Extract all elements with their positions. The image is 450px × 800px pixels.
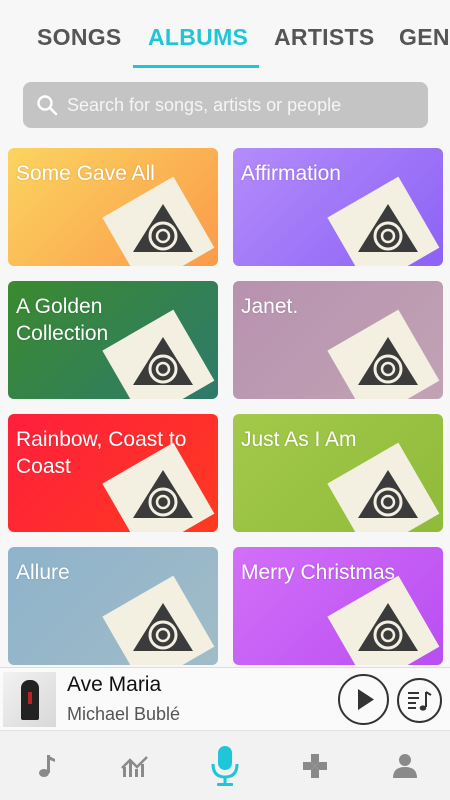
album-art-icon — [323, 573, 443, 665]
album-card[interactable]: Janet. — [233, 281, 443, 399]
album-cover-thumbnail — [3, 672, 56, 727]
nav-sing[interactable] — [180, 731, 270, 800]
album-title: Just As I Am — [241, 428, 357, 451]
tab-albums[interactable]: ALBUMS — [148, 24, 248, 51]
album-title: Affirmation — [241, 162, 341, 185]
tab-songs[interactable]: SONGS — [37, 24, 122, 51]
nav-profile[interactable] — [360, 731, 450, 800]
trending-icon — [121, 756, 148, 777]
album-title: Allure — [16, 561, 70, 584]
album-title: A Golden Collection — [16, 295, 109, 345]
album-title: Merry Christmas — [241, 561, 396, 584]
music-note-icon — [39, 755, 55, 777]
category-tabs: SONGS ALBUMS ARTISTS GENRES — [0, 0, 450, 68]
tab-genres[interactable]: GENRES — [399, 24, 450, 51]
queue-button[interactable] — [397, 678, 442, 723]
album-card[interactable]: A Golden Collection — [8, 281, 218, 399]
microphone-icon — [211, 746, 239, 786]
album-art-icon — [323, 440, 443, 532]
tab-artists[interactable]: ARTISTS — [274, 24, 375, 51]
now-playing-bar[interactable]: Ave Maria Michael Bublé — [0, 667, 450, 730]
album-card[interactable]: Rainbow, Coast to Coast — [8, 414, 218, 532]
play-icon — [358, 689, 374, 710]
album-title: Janet. — [241, 295, 299, 318]
album-card[interactable]: Affirmation — [233, 148, 443, 266]
bottom-navigation — [0, 730, 450, 800]
search-input[interactable] — [67, 94, 407, 116]
search-icon — [37, 95, 58, 116]
search-bar-container — [0, 68, 450, 144]
nav-trending[interactable] — [90, 731, 180, 800]
album-art-icon — [98, 573, 218, 665]
album-art-icon — [98, 174, 218, 266]
album-card[interactable]: Allure — [8, 547, 218, 665]
profile-icon — [393, 754, 417, 778]
nav-songs[interactable] — [0, 731, 90, 800]
album-title: Some Gave All — [16, 162, 155, 185]
album-card[interactable]: Some Gave All — [8, 148, 218, 266]
playlist-icon — [408, 691, 432, 711]
album-title: Rainbow, Coast to Coast — [16, 428, 187, 478]
music-app: SONGS ALBUMS ARTISTS GENRES Some Gave Al… — [0, 0, 450, 800]
play-button[interactable] — [338, 674, 389, 725]
album-card[interactable]: Merry Christmas — [233, 547, 443, 665]
search-bar[interactable] — [23, 82, 428, 128]
nav-games[interactable] — [270, 731, 360, 800]
track-artist: Michael Bublé — [67, 704, 181, 724]
track-title: Ave Maria — [67, 673, 162, 696]
album-art-icon — [323, 307, 443, 399]
album-art-icon — [323, 174, 443, 266]
album-grid: Some Gave All Affirmation A Golden Colle… — [0, 144, 450, 667]
gamepad-icon — [303, 754, 327, 778]
album-card[interactable]: Just As I Am — [233, 414, 443, 532]
